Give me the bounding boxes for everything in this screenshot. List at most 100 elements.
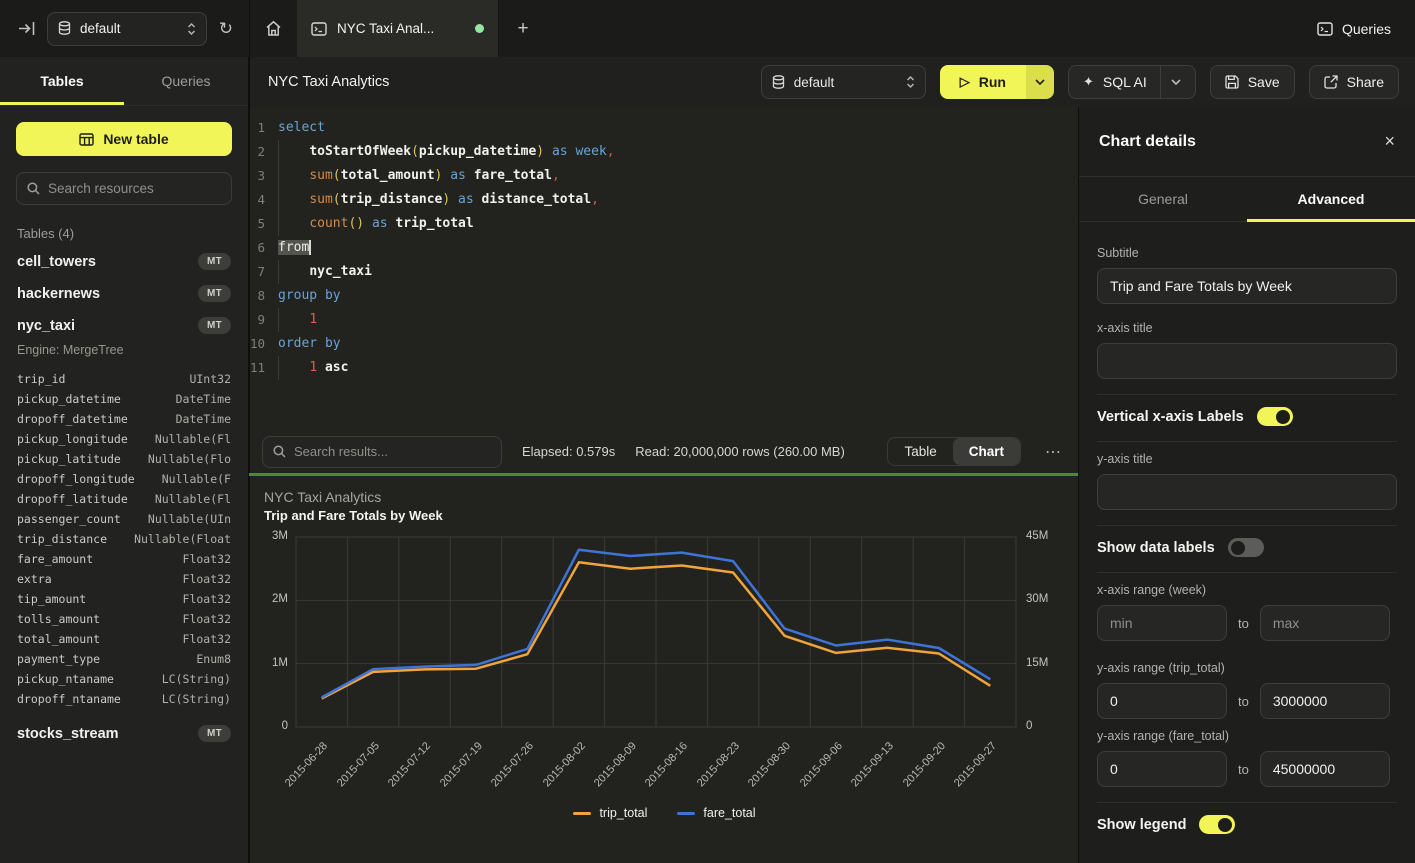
view-table-button[interactable]: Table	[888, 438, 952, 465]
save-button[interactable]: Save	[1210, 65, 1295, 99]
sql-ai-options-button[interactable]	[1160, 66, 1181, 98]
sql-ai-label: SQL AI	[1103, 74, 1147, 90]
data-labels-row: Show data labels	[1097, 538, 1397, 557]
column-row: trip_distanceNullable(Float	[17, 529, 231, 549]
yrange-trip-min-input[interactable]	[1097, 683, 1227, 719]
vertical-labels-toggle[interactable]	[1257, 407, 1293, 426]
search-icon	[27, 182, 40, 195]
database-icon	[58, 21, 71, 36]
tab-title: NYC Taxi Anal...	[337, 21, 465, 36]
tab-advanced[interactable]: Advanced	[1247, 177, 1415, 221]
show-legend-toggle[interactable]	[1199, 815, 1235, 834]
table-row-stocks-stream[interactable]: stocks_stream MT	[0, 715, 248, 749]
run-button-group: ▷ Run	[940, 65, 1054, 99]
new-table-button[interactable]: New table	[16, 122, 232, 156]
y-axis-tick-left: 0	[252, 720, 288, 732]
chart-plot[interactable]: 01M2M3M015M30M45M	[250, 532, 1079, 732]
column-row: pickup_longitudeNullable(Fl	[17, 429, 231, 449]
queries-button[interactable]: Queries	[1317, 21, 1391, 37]
column-list: trip_idUInt32pickup_datetimeDateTimedrop…	[0, 367, 248, 715]
queries-icon	[1317, 22, 1333, 36]
legend-swatch	[677, 812, 695, 815]
xrange-min-input[interactable]	[1097, 605, 1227, 641]
code-line: 8group by	[250, 284, 1078, 308]
unsaved-changes-dot	[475, 24, 484, 33]
save-icon	[1225, 75, 1239, 89]
x-axis-tick: 2015-09-27	[952, 740, 999, 789]
show-legend-row: Show legend	[1097, 815, 1397, 834]
legend-item-trip_total[interactable]: trip_total	[573, 806, 647, 820]
results-search-input[interactable]	[294, 444, 491, 459]
column-row: total_amountFloat32	[17, 629, 231, 649]
tab-strip: NYC Taxi Anal... +	[249, 0, 1317, 57]
close-icon[interactable]: ×	[1384, 131, 1395, 152]
home-button[interactable]	[250, 0, 297, 57]
engine-badge: MT	[198, 317, 231, 334]
legend-label: fare_total	[703, 806, 755, 820]
sparkles-icon: ✦	[1083, 74, 1094, 90]
run-button[interactable]: ▷ Run	[940, 65, 1026, 99]
xrange-max-input[interactable]	[1260, 605, 1390, 641]
column-row: dropoff_latitudeNullable(Fl	[17, 489, 231, 509]
code-line: 2 toStartOfWeek(pickup_datetime) as week…	[250, 140, 1078, 164]
code-line: 10order by	[250, 332, 1078, 356]
data-labels-toggle[interactable]	[1228, 538, 1264, 557]
tab-nyc-taxi-analytics[interactable]: NYC Taxi Anal...	[297, 0, 499, 57]
chart-legend[interactable]: trip_total fare_total	[250, 806, 1079, 820]
more-options-button[interactable]: ⋯	[1041, 442, 1066, 462]
yrange-trip-max-input[interactable]	[1260, 683, 1390, 719]
yrange-fare-max-input[interactable]	[1260, 751, 1390, 787]
x-axis-tick: 2015-09-13	[849, 740, 896, 789]
table-row-hackernews[interactable]: hackernews MT	[0, 277, 248, 309]
sql-ai-button[interactable]: ✦ SQL AI	[1068, 65, 1196, 99]
x-axis-tick: 2015-08-09	[592, 740, 639, 789]
details-header: Chart details ×	[1079, 107, 1415, 177]
xaxis-title-input[interactable]	[1097, 343, 1397, 379]
view-chart-button[interactable]: Chart	[953, 438, 1020, 465]
legend-item-fare_total[interactable]: fare_total	[677, 806, 755, 820]
run-label: Run	[979, 74, 1006, 90]
collapse-sidebar-icon[interactable]	[18, 21, 35, 36]
header-database-value: default	[794, 75, 897, 90]
tab-general[interactable]: General	[1079, 177, 1247, 221]
subtitle-input[interactable]	[1097, 268, 1397, 304]
column-row: dropoff_longitudeNullable(F	[17, 469, 231, 489]
xrange-row: to	[1097, 605, 1397, 641]
database-selector[interactable]: default	[47, 12, 207, 46]
code-line: 6from	[250, 236, 1078, 260]
y-axis-tick-right: 15M	[1026, 657, 1048, 669]
table-row-cell-towers[interactable]: cell_towers MT	[0, 245, 248, 277]
new-tab-button[interactable]: +	[499, 0, 547, 57]
engine-badge: MT	[198, 285, 231, 302]
code-line: 4 sum(trip_distance) as distance_total,	[250, 188, 1078, 212]
xrange-label: x-axis range (week)	[1097, 583, 1397, 597]
chart-title: NYC Taxi Analytics	[264, 489, 381, 505]
yrange-fare-row: to	[1097, 751, 1397, 787]
yaxis-title-input[interactable]	[1097, 474, 1397, 510]
refresh-icon[interactable]: ↻	[219, 19, 233, 39]
resource-search-input[interactable]	[48, 181, 221, 196]
run-options-button[interactable]	[1026, 65, 1054, 99]
share-icon	[1324, 75, 1338, 89]
column-row: dropoff_ntanameLC(String)	[17, 689, 231, 709]
sql-editor[interactable]: 1select2 toStartOfWeek(pickup_datetime) …	[249, 107, 1078, 430]
yrange-fare-label: y-axis range (fare_total)	[1097, 729, 1397, 743]
yaxis-title-label: y-axis title	[1097, 452, 1397, 466]
sidebar-tab-tables[interactable]: Tables	[0, 57, 124, 105]
column-row: passenger_countNullable(UIn	[17, 509, 231, 529]
resource-search[interactable]	[16, 172, 232, 205]
chart-subtitle: Trip and Fare Totals by Week	[264, 508, 443, 523]
share-button[interactable]: Share	[1309, 65, 1399, 99]
chart-x-axis-labels: 2015-06-282015-07-052015-07-122015-07-19…	[250, 734, 1079, 804]
y-axis-tick-left: 1M	[252, 657, 288, 669]
yrange-fare-min-input[interactable]	[1097, 751, 1227, 787]
header-database-selector[interactable]: default	[761, 65, 926, 99]
results-search[interactable]	[262, 436, 502, 468]
subtitle-label: Subtitle	[1097, 246, 1397, 260]
table-row-nyc-taxi[interactable]: nyc_taxi MT	[0, 309, 248, 341]
y-axis-tick-right: 45M	[1026, 530, 1048, 542]
topbar-right: Queries	[1317, 0, 1415, 57]
save-label: Save	[1248, 74, 1280, 90]
xaxis-title-label: x-axis title	[1097, 321, 1397, 335]
sidebar-tab-queries[interactable]: Queries	[124, 57, 248, 105]
